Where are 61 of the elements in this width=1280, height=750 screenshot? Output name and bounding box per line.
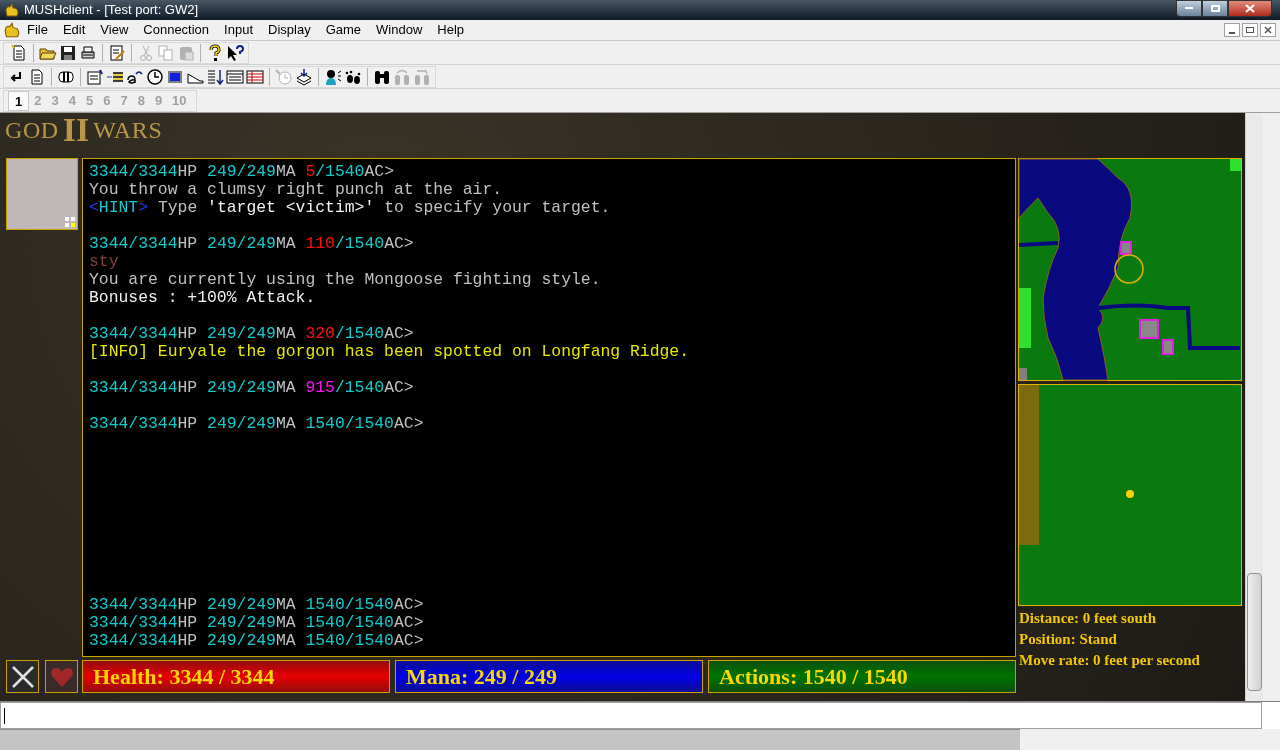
menu-item[interactable]: File [27, 20, 48, 40]
command-input[interactable] [0, 702, 1262, 729]
close-button[interactable] [1260, 23, 1276, 37]
output-line: 3344/3344HP 249/249MA 1540/1540AC> [89, 596, 425, 614]
document-icon[interactable] [28, 67, 46, 86]
menu-item[interactable]: Display [268, 20, 311, 40]
stack-icon[interactable] [295, 67, 313, 86]
output-line: 3344/3344HP 249/249MA 1540/1540AC> [89, 614, 425, 632]
close-button[interactable] [1228, 0, 1272, 17]
save-icon[interactable] [59, 43, 77, 62]
scrollbar-thumb[interactable] [1247, 573, 1262, 691]
status-text: Position: Stand [1019, 630, 1118, 649]
output-line: sty [89, 253, 120, 271]
bar-label: Actions: 1540 / 1540 [719, 663, 908, 691]
output-line: 3344/3344HP 249/249MA 320/1540AC> [89, 325, 415, 343]
output-line: You throw a clumsy right punch at the air. [89, 181, 504, 199]
output-line: 3344/3344HP 249/249MA 1540/1540AC> [89, 632, 425, 650]
output-line: 3344/3344HP 249/249MA 1540/1540AC> [89, 415, 425, 433]
window-title: MUSHclient - [Test port: GW2] [24, 1, 199, 20]
menu-item[interactable]: Help [437, 20, 465, 40]
status-text: Move rate: 0 feet per second [1019, 651, 1200, 670]
text-cursor [4, 707, 5, 724]
clock-icon[interactable] [146, 67, 164, 86]
menu-item[interactable]: View [100, 20, 129, 40]
output-line: 3344/3344HP 249/249MA 5/1540AC> [89, 163, 395, 181]
output-line: Bonuses : +100% Attack. [89, 289, 317, 307]
status-text: Distance: 0 feet south [1019, 609, 1158, 628]
menu-item[interactable]: Connection [143, 20, 210, 40]
output-line: You are currently using the Mongoose fighting style. [89, 271, 602, 289]
menu-item[interactable]: Game [325, 20, 362, 40]
menu-item[interactable]: Input [224, 20, 253, 40]
logo-numeral: II [62, 113, 90, 147]
close-icon [1264, 26, 1272, 34]
minimize-button[interactable] [1224, 23, 1240, 37]
bar-label: Mana: 249 / 249 [406, 663, 557, 691]
page-edit-icon[interactable] [108, 43, 126, 62]
logo-text: GOD [5, 116, 59, 145]
list-down-arrow-icon[interactable] [206, 67, 224, 86]
form-icon[interactable] [86, 67, 104, 86]
pointer-help-icon[interactable] [226, 43, 244, 62]
world-tab[interactable]: 1 [8, 90, 30, 111]
restore-button[interactable] [1242, 23, 1258, 37]
output-line: 3344/3344HP 249/249MA 110/1540AC> [89, 235, 415, 253]
output-line: 3344/3344HP 249/249MA 915/1540AC> [89, 379, 415, 397]
close-icon [1245, 3, 1255, 13]
person-speaking-icon[interactable] [324, 67, 342, 86]
swords-icon[interactable] [6, 660, 39, 693]
output-line: <HINT> Type 'target <victim>' to specify your target. [89, 199, 612, 217]
grid-icon [65, 217, 75, 227]
print-icon[interactable] [79, 43, 97, 62]
maximize-button[interactable] [1202, 0, 1228, 17]
window-icon[interactable] [226, 67, 244, 86]
bar-label: Health: 3344 / 3344 [93, 663, 275, 691]
logo-text: WARS [93, 116, 163, 145]
minimize-button[interactable] [1176, 0, 1202, 17]
new-document-icon[interactable] [10, 43, 28, 62]
output-line: [INFO] Euryale the gorgon has been spotted on Longfang Ridge. [89, 343, 690, 361]
menu-item[interactable]: Window [376, 20, 423, 40]
menu-item[interactable]: Edit [62, 20, 86, 40]
scrollbar[interactable] [1245, 113, 1263, 701]
table-icon[interactable] [246, 67, 264, 86]
